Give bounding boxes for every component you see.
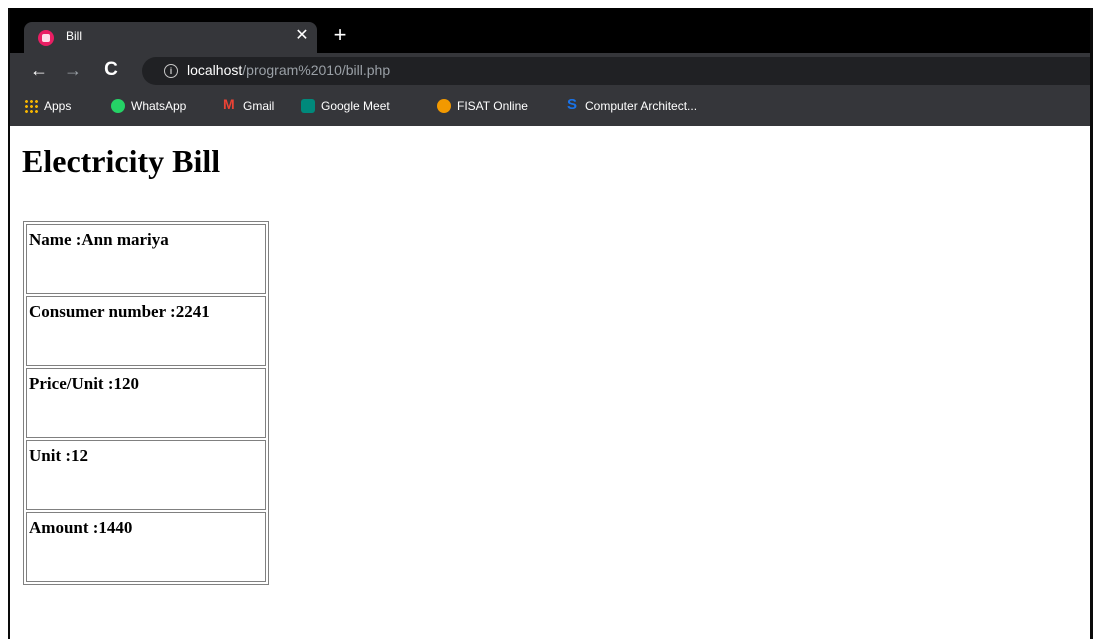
bookmark-label: Computer Architect... (585, 99, 698, 113)
gmail-icon (223, 96, 237, 113)
bookmark-computer-architecture[interactable]: Computer Architect... (565, 96, 698, 117)
bookmark-label: FISAT Online (457, 99, 528, 113)
window-edge-left (8, 8, 10, 639)
forward-arrow-icon[interactable]: → (64, 60, 82, 81)
screenshot-frame: Bill ✕ + ← → C i localhost/program%2010/… (0, 0, 1095, 639)
cell-label: Price/Unit : (29, 374, 114, 393)
bookmarks-bar: Apps WhatsApp Gmail Google Meet FISAT On… (8, 89, 1092, 127)
page-title: Electricity Bill (22, 143, 221, 179)
fisat-icon (437, 99, 451, 113)
url-host: localhost (187, 62, 243, 78)
tab-title: Bill (66, 29, 83, 43)
address-bar[interactable]: i localhost/program%2010/bill.php (142, 57, 1092, 85)
reload-icon[interactable]: C (100, 59, 122, 81)
bookmark-apps[interactable]: Apps (24, 99, 71, 117)
apps-grid-icon (24, 99, 38, 113)
cell-value: 12 (71, 446, 89, 465)
bookmark-label: WhatsApp (131, 99, 187, 113)
bill-cell-name: Name :Ann mariya (26, 224, 266, 294)
browser-toolbar: ← → C i localhost/program%2010/bill.php (8, 53, 1092, 89)
bookmark-label: Apps (44, 99, 72, 113)
close-icon[interactable]: ✕ (292, 26, 312, 46)
cell-value: 1440 (98, 518, 133, 537)
cell-label: Amount : (29, 518, 99, 537)
google-meet-icon (301, 99, 315, 113)
table-row: Unit :12 (26, 440, 266, 510)
cell-value: Ann mariya (81, 230, 169, 249)
table-row: Amount :1440 (26, 512, 266, 582)
new-tab-plus-icon[interactable]: + (328, 24, 352, 48)
cell-value: 2241 (175, 302, 210, 321)
cell-value: 120 (113, 374, 140, 393)
bookmark-label: Google Meet (321, 99, 390, 113)
back-arrow-icon[interactable]: ← (30, 60, 48, 81)
computer-architecture-icon (565, 96, 579, 113)
bill-cell-price-per-unit: Price/Unit :120 (26, 368, 266, 438)
bookmark-label: Gmail (243, 99, 275, 113)
bookmark-gmail[interactable]: Gmail (223, 96, 275, 117)
table-row: Consumer number :2241 (26, 296, 266, 366)
tab-bill[interactable]: Bill ✕ (24, 22, 317, 53)
url-path: /program%2010/bill.php (242, 62, 391, 78)
table-row: Name :Ann mariya (26, 224, 266, 294)
cell-label: Name : (29, 230, 82, 249)
bill-cell-unit: Unit :12 (26, 440, 266, 510)
page-favicon-icon (38, 30, 54, 46)
cell-label: Unit : (29, 446, 72, 465)
tab-strip: Bill ✕ + (8, 8, 1092, 53)
site-info-icon[interactable]: i (164, 64, 178, 78)
bookmark-google-meet[interactable]: Google Meet (301, 99, 390, 117)
url-text[interactable]: localhost/program%2010/bill.php (187, 62, 390, 78)
window-edge-right (1090, 8, 1093, 639)
bill-cell-amount: Amount :1440 (26, 512, 266, 582)
cell-label: Consumer number : (29, 302, 176, 321)
browser-window: Bill ✕ + ← → C i localhost/program%2010/… (8, 8, 1092, 639)
whatsapp-icon (111, 99, 125, 113)
table-row: Price/Unit :120 (26, 368, 266, 438)
bill-cell-consumer-number: Consumer number :2241 (26, 296, 266, 366)
bookmark-fisat-online[interactable]: FISAT Online (437, 99, 528, 117)
bill-table: Name :Ann mariya Consumer number :2241 P… (23, 221, 269, 585)
bookmark-whatsapp[interactable]: WhatsApp (111, 99, 186, 117)
page-content: Electricity Bill Name :Ann mariya Consum… (8, 126, 1092, 639)
